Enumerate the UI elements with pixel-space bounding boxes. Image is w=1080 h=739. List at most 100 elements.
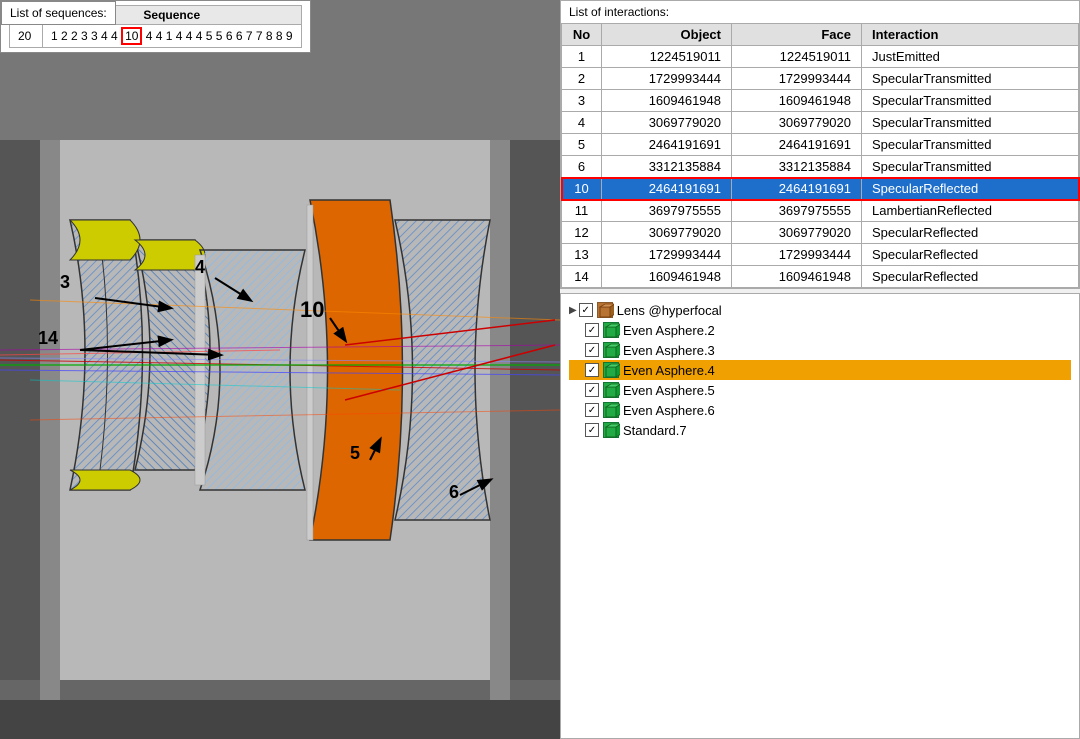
diagram-label-3: 3 <box>60 272 70 293</box>
interaction-object: 1729993444 <box>602 68 732 90</box>
interaction-type: SpecularTransmitted <box>862 68 1079 90</box>
diagram-label-10: 10 <box>300 297 324 323</box>
diagram-label-6: 6 <box>449 482 459 503</box>
seq-part-before: 1 2 2 3 3 4 4 <box>51 29 121 43</box>
interaction-row[interactable]: 217299934441729993444SpecularTransmitted <box>562 68 1079 90</box>
interaction-type: SpecularTransmitted <box>862 90 1079 112</box>
interaction-no: 10 <box>562 178 602 200</box>
tree-item-label: Standard.7 <box>623 423 687 438</box>
tree-checkbox[interactable] <box>585 403 599 417</box>
interaction-object: 3069779020 <box>602 222 732 244</box>
tree-item[interactable]: Even Asphere.3 <box>569 340 1071 360</box>
interaction-type: SpecularReflected <box>862 178 1079 200</box>
interaction-face: 3069779020 <box>732 112 862 134</box>
interactions-section: List of interactions: No Object Face Int… <box>560 0 1080 289</box>
green-cube-icon <box>603 402 619 418</box>
interaction-row[interactable]: 1416094619481609461948SpecularReflected <box>562 266 1079 288</box>
interaction-object: 1609461948 <box>602 90 732 112</box>
left-panel: List of sequences: No Sequence 20 1 2 2 … <box>0 0 560 739</box>
interaction-face: 2464191691 <box>732 178 862 200</box>
interaction-type: LambertianReflected <box>862 200 1079 222</box>
tree-item-label: Even Asphere.5 <box>623 383 715 398</box>
col-header-face: Face <box>732 24 862 46</box>
interaction-row[interactable]: 1317299934441729993444SpecularReflected <box>562 244 1079 266</box>
interaction-row[interactable]: 633121358843312135884SpecularTransmitted <box>562 156 1079 178</box>
interaction-type: JustEmitted <box>862 46 1079 68</box>
right-panel: List of interactions: No Object Face Int… <box>560 0 1080 739</box>
tree-checkbox[interactable] <box>585 343 599 357</box>
sequence-title: List of sequences: <box>1 1 116 25</box>
green-cube-icon <box>603 322 619 338</box>
tree-item-label: Even Asphere.6 <box>623 403 715 418</box>
tree-item-label: Even Asphere.3 <box>623 343 715 358</box>
tree-item-label: Even Asphere.4 <box>623 363 715 378</box>
brown-cube-icon <box>597 302 613 318</box>
interaction-no: 11 <box>562 200 602 222</box>
interaction-no: 4 <box>562 112 602 134</box>
interaction-face: 1729993444 <box>732 244 862 266</box>
col-header-interaction: Interaction <box>862 24 1079 46</box>
interactions-table: No Object Face Interaction 1122451901112… <box>561 23 1079 288</box>
tree-item-label: Lens @hyperfocal <box>617 303 722 318</box>
tree-checkbox[interactable] <box>585 323 599 337</box>
interaction-row[interactable]: 112245190111224519011JustEmitted <box>562 46 1079 68</box>
interaction-object: 1729993444 <box>602 244 732 266</box>
interaction-object: 2464191691 <box>602 178 732 200</box>
interaction-object: 3697975555 <box>602 200 732 222</box>
tree-item[interactable]: Even Asphere.6 <box>569 400 1071 420</box>
tree-checkbox[interactable] <box>579 303 593 317</box>
seq-no-cell: 20 <box>10 25 43 48</box>
interaction-type: SpecularTransmitted <box>862 112 1079 134</box>
interaction-object: 3312135884 <box>602 156 732 178</box>
interaction-row[interactable]: 1136979755553697975555LambertianReflecte… <box>562 200 1079 222</box>
interaction-object: 2464191691 <box>602 134 732 156</box>
interactions-title: List of interactions: <box>561 1 1079 23</box>
interaction-no: 2 <box>562 68 602 90</box>
interaction-type: SpecularReflected <box>862 266 1079 288</box>
interaction-no: 3 <box>562 90 602 112</box>
tree-checkbox[interactable] <box>585 423 599 437</box>
interaction-row[interactable]: 1230697790203069779020SpecularReflected <box>562 222 1079 244</box>
interaction-row[interactable]: 1024641916912464191691SpecularReflected <box>562 178 1079 200</box>
tree-section: ▶ Lens @hyperfocal Even Asphere.2 Even A… <box>560 293 1080 739</box>
interaction-row[interactable]: 316094619481609461948SpecularTransmitted <box>562 90 1079 112</box>
tree-item[interactable]: Standard.7 <box>569 420 1071 440</box>
interaction-no: 1 <box>562 46 602 68</box>
interaction-face: 3312135884 <box>732 156 862 178</box>
diagram-label-14: 14 <box>38 328 58 349</box>
seq-sequence-cell: 1 2 2 3 3 4 4 10 4 4 1 4 4 4 5 5 6 6 7 7… <box>43 25 302 48</box>
lens-diagram <box>0 0 560 739</box>
tree-item[interactable]: Even Asphere.2 <box>569 320 1071 340</box>
interaction-object: 3069779020 <box>602 112 732 134</box>
interaction-object: 1609461948 <box>602 266 732 288</box>
interaction-type: SpecularTransmitted <box>862 156 1079 178</box>
tree-checkbox[interactable] <box>585 383 599 397</box>
interaction-object: 1224519011 <box>602 46 732 68</box>
col-header-no: No <box>562 24 602 46</box>
diagram-label-5: 5 <box>350 443 360 464</box>
interaction-no: 6 <box>562 156 602 178</box>
interaction-type: SpecularReflected <box>862 244 1079 266</box>
interaction-row[interactable]: 524641916912464191691SpecularTransmitted <box>562 134 1079 156</box>
tree-item[interactable]: Even Asphere.4 <box>569 360 1071 380</box>
sequence-box: List of sequences: No Sequence 20 1 2 2 … <box>0 0 311 53</box>
diagram-label-4: 4 <box>195 257 205 278</box>
tree-item-label: Even Asphere.2 <box>623 323 715 338</box>
green-cube-icon <box>603 422 619 438</box>
tree-checkbox[interactable] <box>585 363 599 377</box>
interaction-face: 2464191691 <box>732 134 862 156</box>
interaction-no: 13 <box>562 244 602 266</box>
interaction-no: 12 <box>562 222 602 244</box>
green-cube-icon <box>603 382 619 398</box>
seq-part-after: 4 4 1 4 4 4 5 5 6 6 7 7 8 8 9 <box>142 29 292 43</box>
interaction-type: SpecularReflected <box>862 222 1079 244</box>
tree-item[interactable]: ▶ Lens @hyperfocal <box>569 300 1071 320</box>
tree-item[interactable]: Even Asphere.5 <box>569 380 1071 400</box>
interaction-face: 1224519011 <box>732 46 862 68</box>
interaction-face: 1609461948 <box>732 266 862 288</box>
tree-expand-icon[interactable]: ▶ <box>569 305 577 316</box>
seq-highlight: 10 <box>121 27 142 45</box>
interaction-type: SpecularTransmitted <box>862 134 1079 156</box>
interaction-row[interactable]: 430697790203069779020SpecularTransmitted <box>562 112 1079 134</box>
interaction-face: 3069779020 <box>732 222 862 244</box>
